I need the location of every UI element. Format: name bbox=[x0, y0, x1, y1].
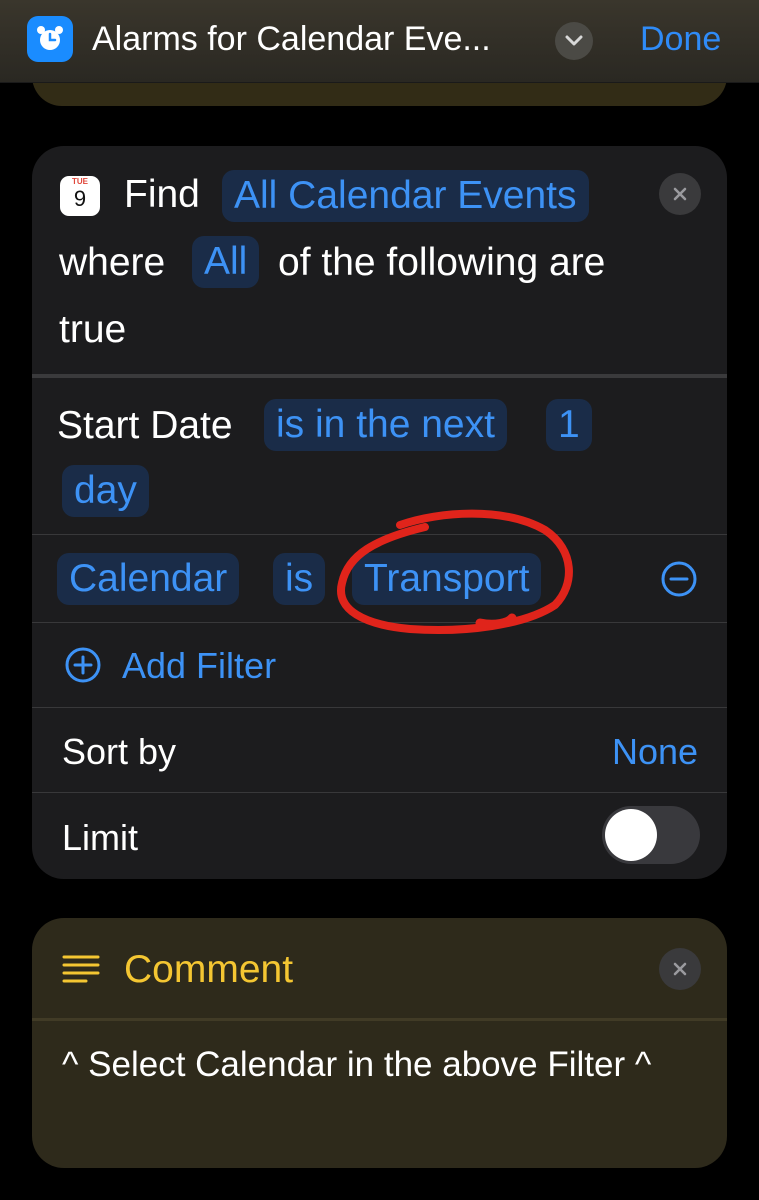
chevron-down-icon[interactable] bbox=[555, 22, 593, 60]
navigation-bar: Alarms for Calendar Eve... Done bbox=[0, 0, 759, 83]
calendar-icon: TUE 9 bbox=[60, 176, 100, 216]
limit-toggle[interactable] bbox=[602, 806, 700, 864]
red-annotation-circle bbox=[337, 509, 573, 634]
remove-filter-icon[interactable] bbox=[660, 560, 698, 603]
alarm-clock-icon[interactable] bbox=[27, 16, 73, 62]
filter-value-token[interactable]: 1 bbox=[546, 399, 592, 451]
subject-token[interactable]: All Calendar Events bbox=[222, 170, 589, 222]
divider bbox=[32, 792, 727, 793]
find-label: Find bbox=[124, 173, 200, 216]
comment-text[interactable]: ^ Select Calendar in the above Filter ^ bbox=[62, 1045, 651, 1085]
true-label: true bbox=[59, 308, 127, 351]
done-button[interactable]: Done bbox=[640, 20, 721, 59]
limit-label: Limit bbox=[62, 817, 139, 858]
filter-operator-token[interactable]: is in the next bbox=[264, 399, 507, 451]
shortcut-title[interactable]: Alarms for Calendar Eve... bbox=[92, 20, 491, 59]
comment-title: Comment bbox=[124, 948, 294, 991]
close-icon[interactable] bbox=[659, 173, 701, 215]
comment-card: Comment ^ Select Calendar in the above F… bbox=[32, 918, 727, 1168]
filter-unit-token[interactable]: day bbox=[62, 465, 149, 517]
divider bbox=[32, 707, 727, 708]
filter-property[interactable]: Start Date bbox=[57, 404, 233, 448]
add-filter-button[interactable]: Add Filter bbox=[122, 645, 276, 687]
toggle-knob bbox=[605, 809, 657, 861]
divider bbox=[32, 374, 727, 378]
filter-property-token[interactable]: Calendar bbox=[57, 553, 240, 605]
close-icon[interactable] bbox=[659, 948, 701, 990]
text-lines-icon bbox=[62, 953, 100, 990]
divider bbox=[32, 1018, 727, 1021]
filter-operator-token[interactable]: is bbox=[273, 553, 326, 605]
match-mode-token[interactable]: All bbox=[192, 236, 260, 288]
following-label: of the following are bbox=[278, 241, 606, 284]
where-label: where bbox=[59, 241, 166, 284]
calendar-icon-date: 9 bbox=[73, 186, 87, 211]
sort-by-label: Sort by bbox=[62, 731, 177, 772]
add-filter-icon[interactable] bbox=[64, 646, 102, 689]
sort-by-value[interactable]: None bbox=[612, 731, 698, 773]
calendar-icon-day: TUE bbox=[72, 177, 88, 186]
